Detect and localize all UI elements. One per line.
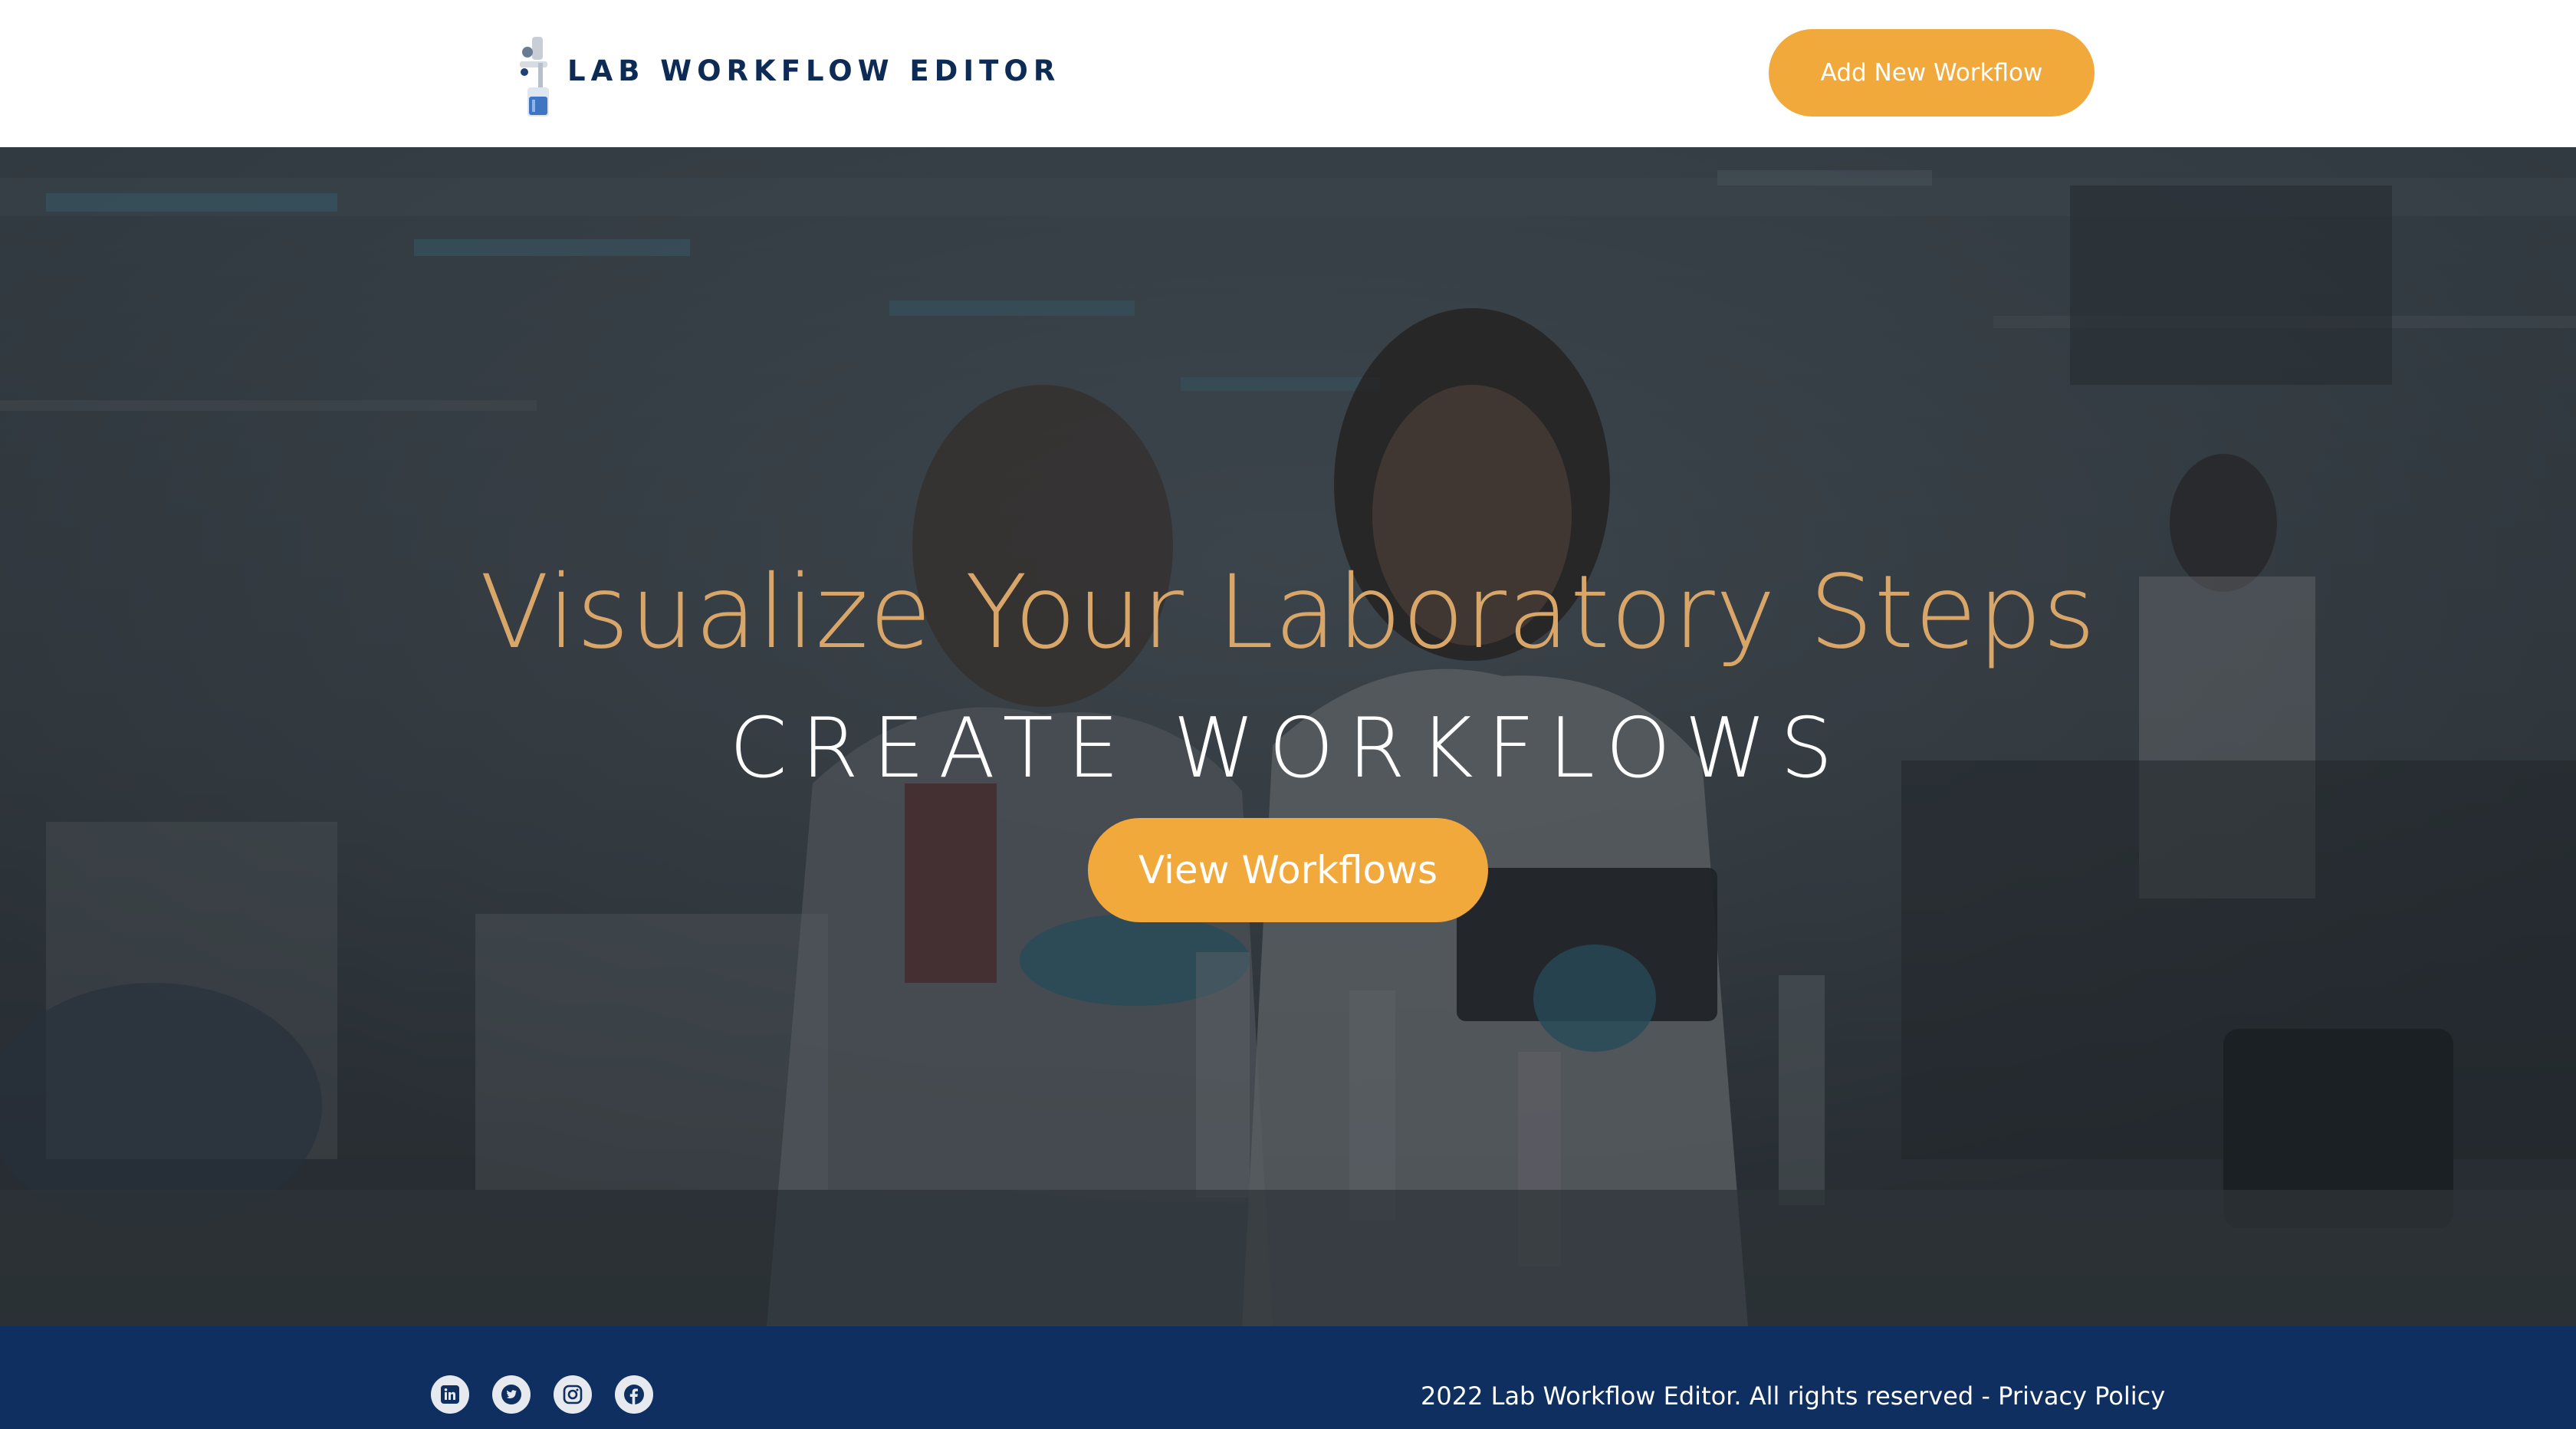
add-new-workflow-button[interactable]: Add New Workflow	[1769, 29, 2095, 117]
logo[interactable]: LAB WORKFLOW EDITOR	[515, 34, 1060, 118]
instagram-icon[interactable]	[554, 1375, 592, 1414]
logo-text: LAB WORKFLOW EDITOR	[567, 54, 1061, 87]
hero-section: Visualize Your Laboratory Steps CREATE W…	[0, 147, 2576, 1326]
site-header: LAB WORKFLOW EDITOR Add New Workflow	[0, 0, 2576, 147]
lab-flask-icon	[515, 34, 561, 118]
copyright-text: 2022 Lab Workflow Editor. All rights res…	[1421, 1381, 2165, 1411]
privacy-policy-link[interactable]: Privacy Policy	[1998, 1381, 2165, 1411]
hero-title: Visualize Your Laboratory Steps	[479, 554, 2097, 672]
twitter-icon[interactable]	[492, 1375, 531, 1414]
copyright-label: 2022 Lab Workflow Editor. All rights res…	[1421, 1381, 1999, 1411]
hero-subtitle: CREATE WORKFLOWS	[729, 701, 1847, 797]
linkedin-icon[interactable]	[431, 1375, 469, 1414]
view-workflows-button[interactable]: View Workflows	[1088, 818, 1488, 922]
social-links	[431, 1375, 676, 1414]
site-footer: 2022 Lab Workflow Editor. All rights res…	[0, 1326, 2576, 1429]
facebook-icon[interactable]	[615, 1375, 653, 1414]
